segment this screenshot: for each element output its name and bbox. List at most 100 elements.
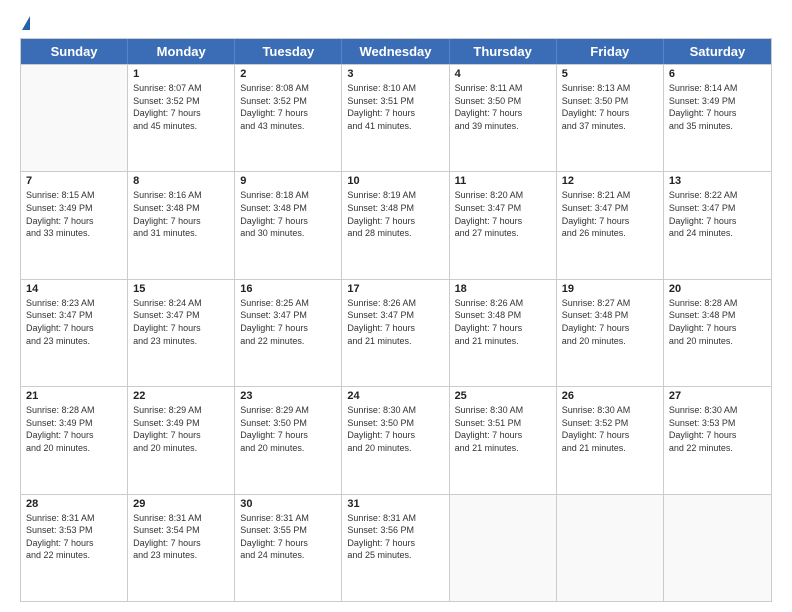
cell-text: Sunset: 3:51 PM <box>347 95 443 108</box>
cell-text: and 23 minutes. <box>133 549 229 562</box>
cell-text: Daylight: 7 hours <box>240 537 336 550</box>
cell-text: and 25 minutes. <box>347 549 443 562</box>
cell-text: Sunrise: 8:30 AM <box>669 404 766 417</box>
cell-text: Sunset: 3:54 PM <box>133 524 229 537</box>
cell-text: Sunset: 3:55 PM <box>240 524 336 537</box>
cell-text: Sunrise: 8:21 AM <box>562 189 658 202</box>
logo-triangle-icon <box>22 16 30 30</box>
cell-text: Sunrise: 8:30 AM <box>347 404 443 417</box>
table-row: 5Sunrise: 8:13 AMSunset: 3:50 PMDaylight… <box>557 65 664 171</box>
day-number: 27 <box>669 390 766 402</box>
cell-text: Sunrise: 8:15 AM <box>26 189 122 202</box>
cell-text: Sunset: 3:49 PM <box>26 417 122 430</box>
day-number: 5 <box>562 68 658 80</box>
cell-text: and 20 minutes. <box>347 442 443 455</box>
day-number: 9 <box>240 175 336 187</box>
cell-text: Sunrise: 8:16 AM <box>133 189 229 202</box>
table-row: 17Sunrise: 8:26 AMSunset: 3:47 PMDayligh… <box>342 280 449 386</box>
day-number: 12 <box>562 175 658 187</box>
cal-header-monday: Monday <box>128 39 235 64</box>
cell-text: Daylight: 7 hours <box>669 322 766 335</box>
table-row: 23Sunrise: 8:29 AMSunset: 3:50 PMDayligh… <box>235 387 342 493</box>
day-number: 6 <box>669 68 766 80</box>
cell-text: Sunrise: 8:31 AM <box>240 512 336 525</box>
cell-text: and 20 minutes. <box>562 335 658 348</box>
calendar-header-row: SundayMondayTuesdayWednesdayThursdayFrid… <box>21 39 771 64</box>
cell-text: Daylight: 7 hours <box>26 215 122 228</box>
table-row: 20Sunrise: 8:28 AMSunset: 3:48 PMDayligh… <box>664 280 771 386</box>
cell-text: Sunrise: 8:08 AM <box>240 82 336 95</box>
cal-header-friday: Friday <box>557 39 664 64</box>
cell-text: Sunrise: 8:14 AM <box>669 82 766 95</box>
day-number: 18 <box>455 283 551 295</box>
day-number: 3 <box>347 68 443 80</box>
day-number: 4 <box>455 68 551 80</box>
cell-text: and 24 minutes. <box>669 227 766 240</box>
cell-text: and 41 minutes. <box>347 120 443 133</box>
cell-text: Sunrise: 8:30 AM <box>562 404 658 417</box>
cell-text: Daylight: 7 hours <box>133 215 229 228</box>
cell-text: Sunrise: 8:24 AM <box>133 297 229 310</box>
cell-text: and 20 minutes. <box>669 335 766 348</box>
day-number: 7 <box>26 175 122 187</box>
cell-text: Daylight: 7 hours <box>347 215 443 228</box>
cell-text: Sunrise: 8:10 AM <box>347 82 443 95</box>
cell-text: Daylight: 7 hours <box>455 215 551 228</box>
day-number: 8 <box>133 175 229 187</box>
cell-text: and 45 minutes. <box>133 120 229 133</box>
day-number: 22 <box>133 390 229 402</box>
cell-text: Sunrise: 8:31 AM <box>26 512 122 525</box>
cell-text: Sunrise: 8:19 AM <box>347 189 443 202</box>
cell-text: Daylight: 7 hours <box>669 107 766 120</box>
cell-text: and 21 minutes. <box>562 442 658 455</box>
cell-text: Daylight: 7 hours <box>240 107 336 120</box>
cell-text: Sunset: 3:48 PM <box>455 309 551 322</box>
cell-text: Daylight: 7 hours <box>133 322 229 335</box>
day-number: 11 <box>455 175 551 187</box>
cell-text: Daylight: 7 hours <box>133 107 229 120</box>
cell-text: Sunset: 3:50 PM <box>240 417 336 430</box>
day-number: 31 <box>347 498 443 510</box>
table-row: 12Sunrise: 8:21 AMSunset: 3:47 PMDayligh… <box>557 172 664 278</box>
table-row: 28Sunrise: 8:31 AMSunset: 3:53 PMDayligh… <box>21 495 128 601</box>
page: SundayMondayTuesdayWednesdayThursdayFrid… <box>0 0 792 612</box>
cell-text: Sunset: 3:52 PM <box>240 95 336 108</box>
day-number: 17 <box>347 283 443 295</box>
cell-text: Sunset: 3:48 PM <box>347 202 443 215</box>
table-row: 16Sunrise: 8:25 AMSunset: 3:47 PMDayligh… <box>235 280 342 386</box>
cal-header-sunday: Sunday <box>21 39 128 64</box>
cell-text: Sunrise: 8:25 AM <box>240 297 336 310</box>
cell-text: and 35 minutes. <box>669 120 766 133</box>
cal-week-5: 28Sunrise: 8:31 AMSunset: 3:53 PMDayligh… <box>21 494 771 601</box>
table-row: 10Sunrise: 8:19 AMSunset: 3:48 PMDayligh… <box>342 172 449 278</box>
cell-text: Daylight: 7 hours <box>26 537 122 550</box>
cell-text: Sunset: 3:47 PM <box>133 309 229 322</box>
cell-text: Sunset: 3:47 PM <box>347 309 443 322</box>
cell-text: and 20 minutes. <box>133 442 229 455</box>
cell-text: and 27 minutes. <box>455 227 551 240</box>
table-row: 6Sunrise: 8:14 AMSunset: 3:49 PMDaylight… <box>664 65 771 171</box>
day-number: 23 <box>240 390 336 402</box>
cell-text: Sunrise: 8:23 AM <box>26 297 122 310</box>
cell-text: Daylight: 7 hours <box>133 537 229 550</box>
cell-text: and 31 minutes. <box>133 227 229 240</box>
cell-text: Daylight: 7 hours <box>240 322 336 335</box>
logo <box>20 16 30 30</box>
day-number: 16 <box>240 283 336 295</box>
cell-text: and 30 minutes. <box>240 227 336 240</box>
cell-text: Sunset: 3:50 PM <box>347 417 443 430</box>
table-row: 7Sunrise: 8:15 AMSunset: 3:49 PMDaylight… <box>21 172 128 278</box>
table-row: 9Sunrise: 8:18 AMSunset: 3:48 PMDaylight… <box>235 172 342 278</box>
table-row: 1Sunrise: 8:07 AMSunset: 3:52 PMDaylight… <box>128 65 235 171</box>
cal-week-1: 1Sunrise: 8:07 AMSunset: 3:52 PMDaylight… <box>21 64 771 171</box>
table-row: 11Sunrise: 8:20 AMSunset: 3:47 PMDayligh… <box>450 172 557 278</box>
cell-text: Sunrise: 8:11 AM <box>455 82 551 95</box>
cell-text: Sunset: 3:47 PM <box>562 202 658 215</box>
cell-text: and 23 minutes. <box>133 335 229 348</box>
table-row: 14Sunrise: 8:23 AMSunset: 3:47 PMDayligh… <box>21 280 128 386</box>
day-number: 1 <box>133 68 229 80</box>
cell-text: Daylight: 7 hours <box>669 429 766 442</box>
day-number: 19 <box>562 283 658 295</box>
cell-text: and 39 minutes. <box>455 120 551 133</box>
cell-text: Sunrise: 8:26 AM <box>347 297 443 310</box>
